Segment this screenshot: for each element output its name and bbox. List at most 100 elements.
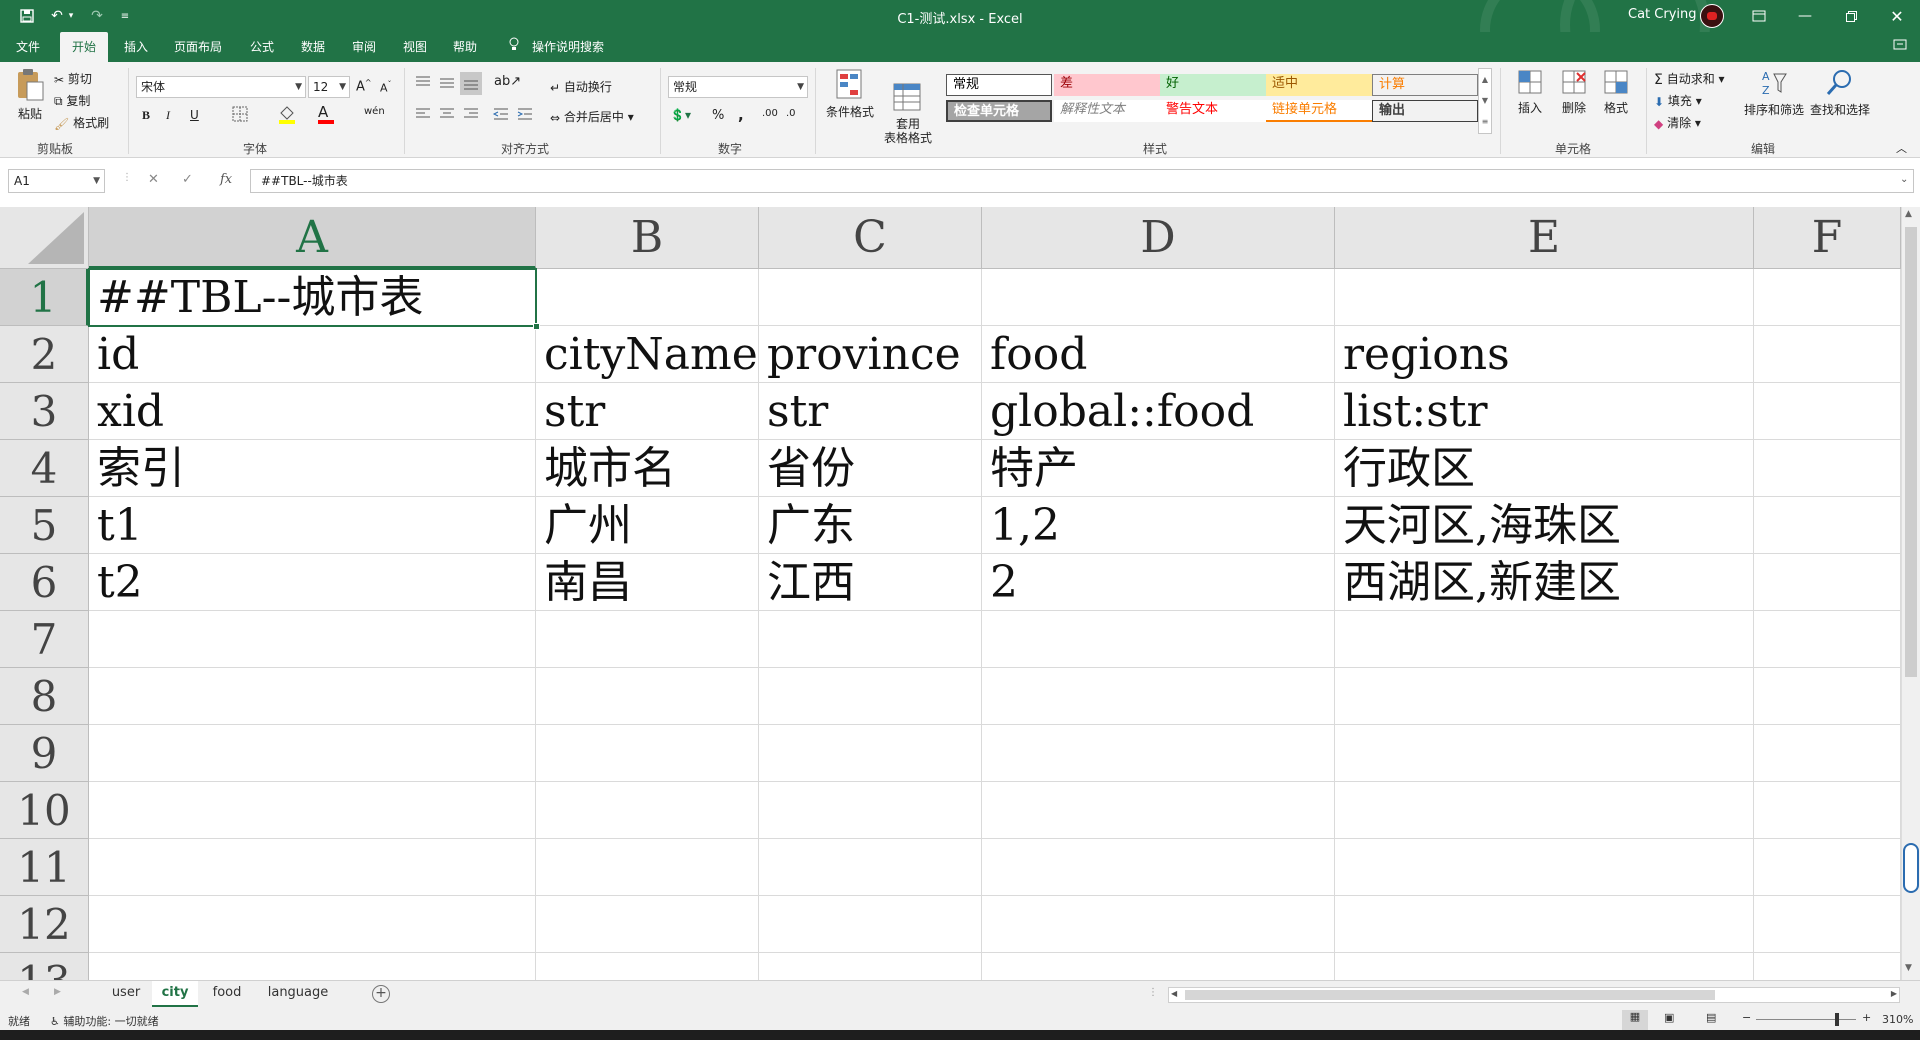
paste-button[interactable]: 粘贴 [12,68,48,122]
row-header-6[interactable]: 6 [0,554,89,611]
sheet-tab-language[interactable]: language [256,981,340,1007]
user-name[interactable]: Cat Crying [1628,7,1697,22]
cell-f6[interactable] [1754,554,1901,611]
cell-style-1[interactable]: 差 [1054,74,1160,96]
cell-style-5[interactable]: 检查单元格 [946,100,1052,122]
tab-split-handle[interactable]: ⋮ [1148,987,1158,998]
tell-me-search[interactable]: 操作说明搜索 [528,32,608,62]
cell-b10[interactable] [536,782,759,839]
cell-e7[interactable] [1335,611,1754,668]
column-header-c[interactable]: C [759,207,982,269]
conditional-formatting-button[interactable]: 条件格式 [824,68,876,120]
percent-style-button[interactable]: % [712,108,724,123]
cell-b2[interactable]: cityName [536,326,759,383]
align-left-icon[interactable] [414,106,432,125]
avatar[interactable] [1700,4,1724,28]
cell-c9[interactable] [759,725,982,782]
cell-e8[interactable] [1335,668,1754,725]
cell-d2[interactable]: food [982,326,1335,383]
styles-gallery-scroll[interactable]: ▲ ▼ ≡ [1478,68,1492,134]
cell-a8[interactable] [89,668,536,725]
cell-b6[interactable]: 南昌 [536,554,759,611]
row-header-12[interactable]: 12 [0,896,89,953]
autosum-button[interactable]: Σ 自动求和 ▾ [1654,70,1725,88]
cut-button[interactable]: ✂ 剪切 [54,70,92,87]
cell-f9[interactable] [1754,725,1901,782]
cell-f4[interactable] [1754,440,1901,497]
cell-c13[interactable] [759,953,982,980]
row-header-10[interactable]: 10 [0,782,89,839]
cell-b12[interactable] [536,896,759,953]
cancel-icon[interactable]: ✕ [148,172,159,187]
orientation-icon[interactable]: ab↗ [494,74,521,89]
tab-insert[interactable]: 插入 [116,32,156,62]
cell-e5[interactable]: 天河区,海珠区 [1335,497,1754,554]
sheet-tab-city[interactable]: city [152,981,198,1007]
cell-f11[interactable] [1754,839,1901,896]
decrease-indent-icon[interactable] [492,106,510,125]
cell-d9[interactable] [982,725,1335,782]
cell-e9[interactable] [1335,725,1754,782]
insert-cells-button[interactable]: 插入 [1508,68,1552,116]
decrease-font-icon[interactable]: Aˇ [380,80,392,95]
cell-style-8[interactable]: 链接单元格 [1266,100,1372,122]
horizontal-scrollbar[interactable]: ◀ ▶ [1168,987,1900,1003]
tab-view[interactable]: 视图 [394,32,436,62]
borders-button[interactable] [232,106,248,125]
cell-b4[interactable]: 城市名 [536,440,759,497]
format-cells-button[interactable]: 格式 [1594,68,1638,116]
tab-home[interactable]: 开始 [60,32,108,62]
tab-help[interactable]: 帮助 [444,32,486,62]
cell-c1[interactable] [759,269,982,326]
more-options-icon[interactable]: ⋮ [122,172,132,183]
bold-button[interactable]: B [142,108,150,123]
cell-f3[interactable] [1754,383,1901,440]
select-all-button[interactable] [0,207,89,269]
cell-b13[interactable] [536,953,759,980]
minimize-icon[interactable]: — [1782,0,1828,32]
scroll-right-icon[interactable]: ▶ [1891,989,1897,998]
cell-c8[interactable] [759,668,982,725]
cell-e12[interactable] [1335,896,1754,953]
cell-b1[interactable] [536,269,759,326]
cell-d7[interactable] [982,611,1335,668]
share-icon[interactable] [1886,32,1914,62]
decrease-decimal-icon[interactable]: .0 [786,108,796,119]
zoom-level[interactable]: 310% [1882,1013,1913,1026]
cell-style-6[interactable]: 解释性文本 [1054,100,1160,122]
row-header-11[interactable]: 11 [0,839,89,896]
cell-e6[interactable]: 西湖区,新建区 [1335,554,1754,611]
cell-b11[interactable] [536,839,759,896]
cell-f13[interactable] [1754,953,1901,980]
page-break-view-icon[interactable]: ▤ [1706,1011,1716,1024]
worksheet-grid[interactable]: A B C D E F 1 ##TBL--城市表 2 id cityName province food… [0,207,1920,980]
cell-d13[interactable] [982,953,1335,980]
sheet-tab-user[interactable]: user [102,981,150,1007]
expand-formula-bar-icon[interactable]: ⌄ [1900,174,1908,185]
cell-style-7[interactable]: 警告文本 [1160,100,1266,122]
increase-font-icon[interactable]: A^ [356,78,372,94]
format-painter-button[interactable]: 🖌 格式刷 [54,114,109,131]
cell-c12[interactable] [759,896,982,953]
fill-color-button[interactable] [278,104,296,127]
cell-c10[interactable] [759,782,982,839]
page-layout-view-icon[interactable]: ▣ [1664,1011,1674,1024]
cell-d11[interactable] [982,839,1335,896]
sort-filter-button[interactable]: AZ 排序和筛选 [1742,68,1806,118]
maximize-icon[interactable] [1828,0,1874,32]
cell-b9[interactable] [536,725,759,782]
cell-a2[interactable]: id [89,326,536,383]
copy-button[interactable]: ⧉ 复制 [54,92,90,109]
normal-view-icon[interactable]: ▦ [1622,1010,1648,1030]
increase-indent-icon[interactable] [516,106,534,125]
cell-f7[interactable] [1754,611,1901,668]
cell-e2[interactable]: regions [1335,326,1754,383]
font-name-combo[interactable]: 宋体 ▼ [136,76,306,98]
cell-b7[interactable] [536,611,759,668]
cell-a11[interactable] [89,839,536,896]
close-icon[interactable]: ✕ [1874,0,1920,32]
vertical-scrollbar[interactable]: ▲ ▼ [1901,207,1920,980]
name-box[interactable]: A1 ▼ [8,169,105,193]
row-header-4[interactable]: 4 [0,440,89,497]
cell-f1[interactable] [1754,269,1901,326]
